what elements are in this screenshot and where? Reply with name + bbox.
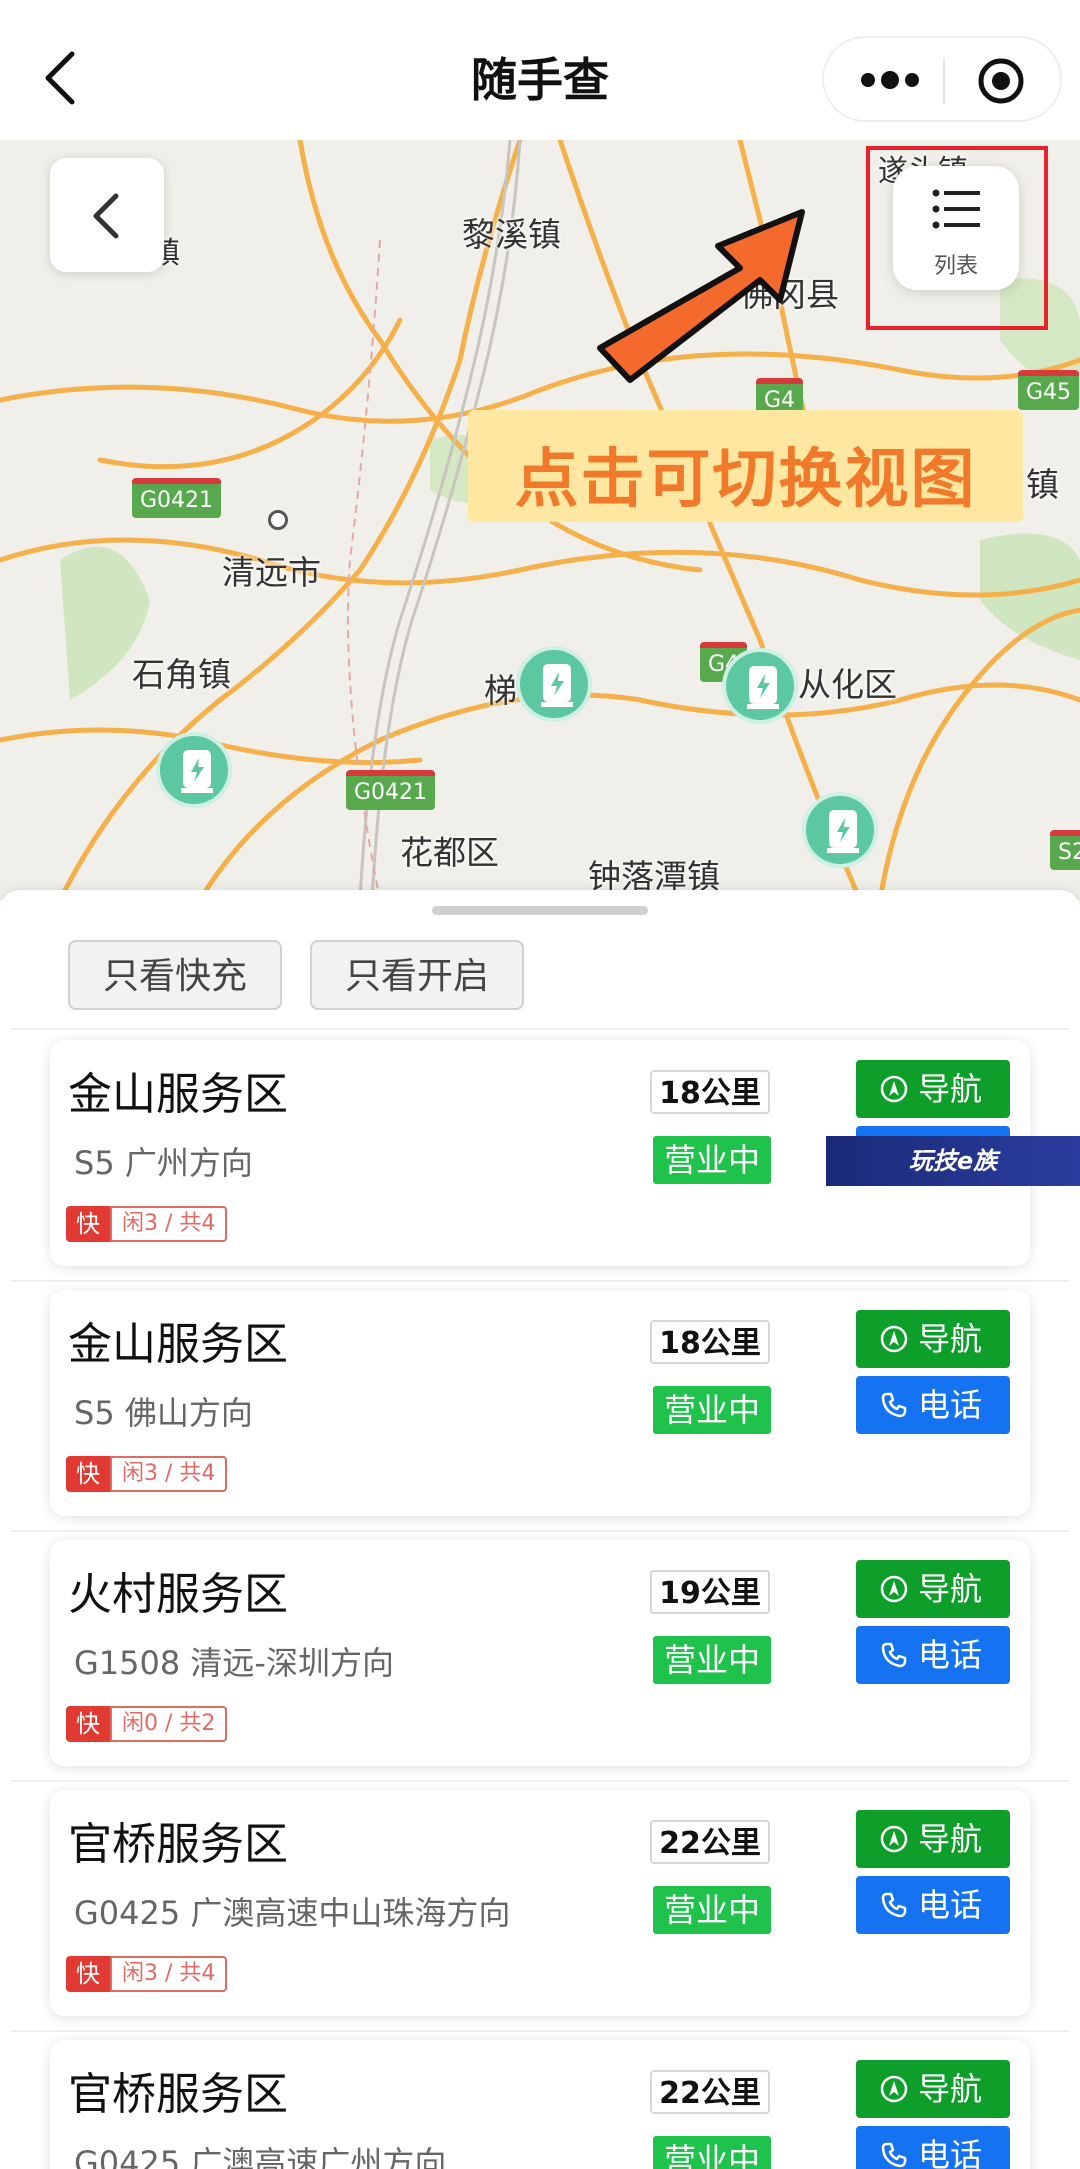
road-shield: G0421 xyxy=(132,478,222,518)
open-status-badge: 营业中 xyxy=(653,1636,771,1684)
mini-program-capsule xyxy=(822,36,1062,122)
map-label: 花都区 xyxy=(400,833,499,872)
divider xyxy=(10,1530,1070,1532)
road-shield: G0421 xyxy=(346,770,436,810)
station-card[interactable]: 金山服务区 S5 佛山方向 快 闲3 / 共4 18公里 营业中 导航 电话 xyxy=(50,1290,1030,1516)
open-status-badge: 营业中 xyxy=(653,2136,771,2169)
navigate-button[interactable]: 导航 xyxy=(856,1060,1010,1118)
phone-label: 电话 xyxy=(918,2136,983,2169)
navigate-label: 导航 xyxy=(918,1320,983,1358)
phone-label: 电话 xyxy=(918,1886,983,1924)
divider xyxy=(10,1028,1070,1030)
availability-badge: 闲3 / 共4 xyxy=(110,1206,228,1242)
navigate-button[interactable]: 导航 xyxy=(856,1810,1010,1868)
station-card[interactable]: 官桥服务区 G0425 广澳高速广州方向 22公里 营业中 导航 电话 xyxy=(50,2040,1030,2169)
watermark: 玩技e族 xyxy=(826,1136,1080,1186)
divider xyxy=(10,1280,1070,1282)
distance-badge: 19公里 xyxy=(650,1570,770,1614)
fast-charge-badge: 快 xyxy=(66,1706,110,1742)
station-name: 官桥服务区 xyxy=(68,2069,288,2120)
distance-badge: 18公里 xyxy=(650,1070,770,1114)
navigate-label: 导航 xyxy=(918,1070,983,1108)
navigate-icon xyxy=(880,1325,908,1353)
station-route: S5 佛山方向 xyxy=(74,1394,253,1432)
capsule-divider xyxy=(943,58,945,104)
hint-banner-text: 点击可切换视图 xyxy=(514,443,977,517)
station-name: 金山服务区 xyxy=(68,1319,288,1370)
phone-button[interactable]: 电话 xyxy=(856,2126,1010,2169)
drag-handle[interactable] xyxy=(432,906,648,915)
phone-label: 电话 xyxy=(918,1386,983,1424)
distance-badge: 22公里 xyxy=(650,1820,770,1864)
phone-icon xyxy=(881,1642,907,1668)
filter-open-only[interactable]: 只看开启 xyxy=(310,940,524,1010)
road-shield: S2 xyxy=(1050,830,1080,870)
station-card[interactable]: 官桥服务区 G0425 广澳高速中山珠海方向 快 闲3 / 共4 22公里 营业… xyxy=(50,1790,1030,2016)
station-name: 金山服务区 xyxy=(68,1069,288,1120)
close-target-icon[interactable] xyxy=(976,56,1026,106)
navigate-label: 导航 xyxy=(918,1820,983,1858)
navigate-icon xyxy=(880,2075,908,2103)
station-route: G1508 清远-深圳方向 xyxy=(74,1644,394,1682)
station-list-sheet: 只看快充 只看开启 金山服务区 S5 广州方向 快 闲3 / 共4 18公里 营… xyxy=(0,890,1080,2169)
distance-badge: 22公里 xyxy=(650,2070,770,2114)
station-route: S5 广州方向 xyxy=(74,1144,253,1182)
divider xyxy=(10,1780,1070,1782)
station-route: G0425 广澳高速广州方向 xyxy=(74,2144,447,2169)
distance-badge: 18公里 xyxy=(650,1320,770,1364)
hint-banner: 点击可切换视图 xyxy=(468,410,1023,522)
station-route: G0425 广澳高速中山珠海方向 xyxy=(74,1894,511,1932)
fast-charge-badge: 快 xyxy=(66,1956,110,1992)
open-status-badge: 营业中 xyxy=(653,1886,771,1934)
phone-label: 电话 xyxy=(918,1636,983,1674)
road-shield: G45 xyxy=(1018,370,1080,410)
map-label: 从化区 xyxy=(798,665,897,704)
phone-button[interactable]: 电话 xyxy=(856,1876,1010,1934)
availability-badge: 闲3 / 共4 xyxy=(110,1956,228,1992)
charging-station-pin[interactable] xyxy=(156,732,232,808)
navigate-icon xyxy=(880,1825,908,1853)
highlight-box xyxy=(866,146,1048,330)
availability-badge: 闲3 / 共4 xyxy=(110,1456,228,1492)
station-card[interactable]: 火村服务区 G1508 清远-深圳方向 快 闲0 / 共2 19公里 营业中 导… xyxy=(50,1540,1030,1766)
map-label: 梯 xyxy=(484,671,517,710)
map-view[interactable]: 遂头镇 黎溪镇 佛冈县 清远市 石角镇 梯 从化区 花都区 钟落潭镇 镇 镇 G… xyxy=(0,140,1080,900)
navigate-icon xyxy=(880,1075,908,1103)
map-label: 石角镇 xyxy=(132,655,231,694)
more-icon[interactable] xyxy=(860,66,920,94)
charging-station-pin[interactable] xyxy=(722,648,798,724)
map-label: 黎溪镇 xyxy=(462,215,561,254)
station-name: 火村服务区 xyxy=(68,1569,288,1620)
phone-icon xyxy=(881,1392,907,1418)
availability-badge: 闲0 / 共2 xyxy=(110,1706,228,1742)
navigate-label: 导航 xyxy=(918,1570,983,1608)
city-marker xyxy=(268,510,288,530)
charging-station-pin[interactable] xyxy=(516,646,592,722)
charging-station-pin[interactable] xyxy=(802,792,878,868)
navigate-button[interactable]: 导航 xyxy=(856,2060,1010,2118)
divider xyxy=(10,2030,1070,2032)
map-label: 清远市 xyxy=(222,553,321,592)
navigate-icon xyxy=(880,1575,908,1603)
open-status-badge: 营业中 xyxy=(653,1386,771,1434)
map-label: 镇 xyxy=(1026,465,1059,504)
open-status-badge: 营业中 xyxy=(653,1136,771,1184)
hint-arrow-icon xyxy=(597,209,805,383)
phone-icon xyxy=(881,2142,907,2168)
phone-button[interactable]: 电话 xyxy=(856,1626,1010,1684)
phone-icon xyxy=(881,1892,907,1918)
filter-fast-charge[interactable]: 只看快充 xyxy=(68,940,282,1010)
navigate-button[interactable]: 导航 xyxy=(856,1310,1010,1368)
top-nav-bar: 随手查 xyxy=(0,0,1080,140)
navigate-label: 导航 xyxy=(918,2070,983,2108)
map-back-button[interactable] xyxy=(50,158,164,272)
fast-charge-badge: 快 xyxy=(66,1206,110,1242)
navigate-button[interactable]: 导航 xyxy=(856,1560,1010,1618)
phone-button[interactable]: 电话 xyxy=(856,1376,1010,1434)
station-name: 官桥服务区 xyxy=(68,1819,288,1870)
fast-charge-badge: 快 xyxy=(66,1456,110,1492)
